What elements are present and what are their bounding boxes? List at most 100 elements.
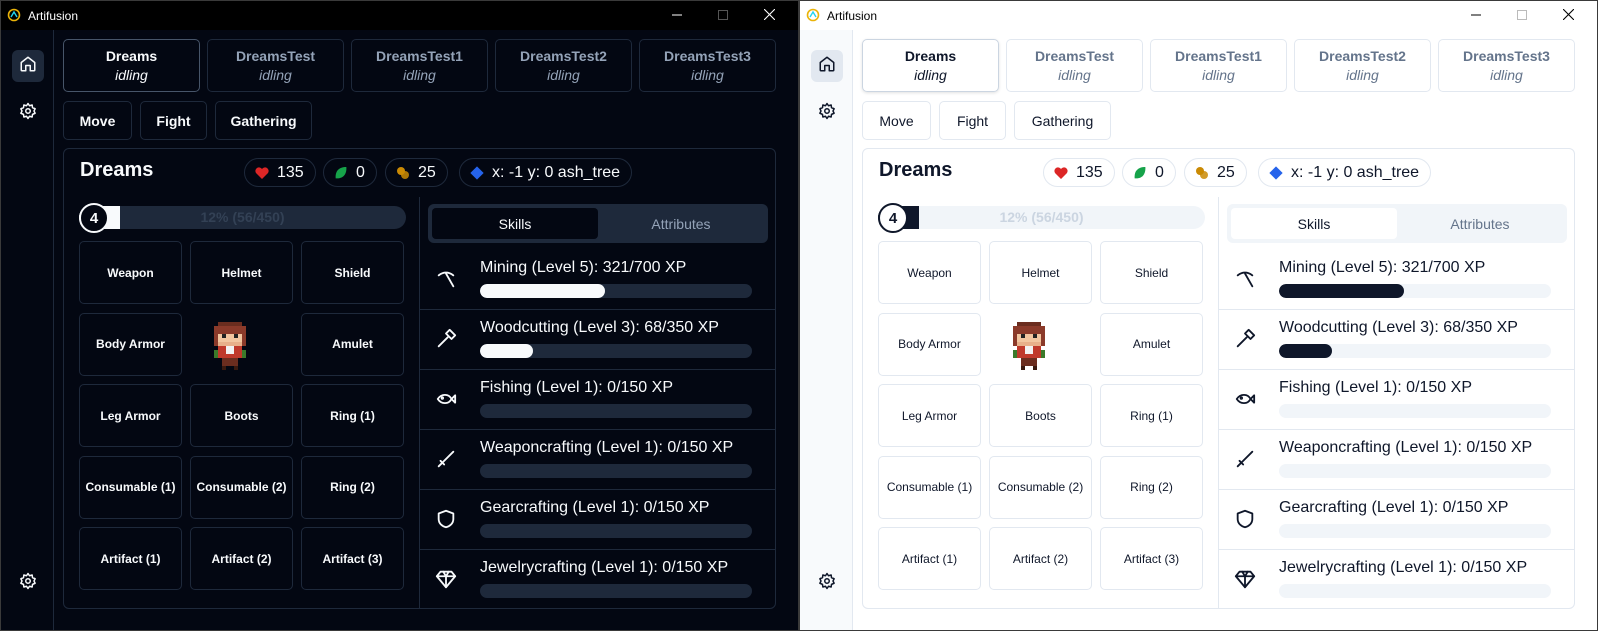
equipment-slot-body-armor[interactable]: Body Armor (79, 312, 182, 376)
sidebar (1, 30, 54, 630)
equipment-slot-ring-2[interactable]: Ring (2) (301, 455, 404, 519)
character-name: Dreams (879, 159, 953, 181)
character-tab-dreamstest[interactable]: DreamsTest idling (1006, 39, 1143, 92)
gathering-button[interactable]: Gathering (215, 101, 312, 140)
character-tab-dreams[interactable]: Dreams idling (63, 39, 200, 92)
minimize-icon (672, 7, 682, 25)
character-tab-dreamstest1[interactable]: DreamsTest1 idling (1150, 39, 1287, 92)
equipment-slot-leg-armor[interactable]: Leg Armor (878, 384, 981, 447)
title-bar[interactable]: Artifusion (1, 1, 798, 30)
sword-icon (1234, 448, 1256, 470)
panel-tab-switcher: Skills Attributes (1227, 204, 1567, 243)
gear-icon (19, 572, 37, 595)
skill-progress-bar (1279, 404, 1551, 418)
equipment-slot-consumable-2[interactable]: Consumable (2) (989, 455, 1092, 519)
character-tab-dreams[interactable]: Dreams idling (862, 39, 999, 92)
equipment-slot-weapon[interactable]: Weapon (878, 241, 981, 304)
main-content: Dreams idling DreamsTest idling DreamsTest1 i… (862, 39, 1591, 630)
character-tab-dreamstest[interactable]: DreamsTest idling (207, 39, 344, 92)
fight-button[interactable]: Fight (939, 101, 1006, 140)
sidebar-bottom-settings-button[interactable] (12, 567, 44, 599)
character-tab-dreamstest3[interactable]: DreamsTest3 idling (639, 39, 776, 92)
skill-label: Weaponcrafting (Level 1): 0/150 XP (1279, 439, 1533, 456)
sidebar-settings-button[interactable] (12, 97, 44, 129)
equipment-slot-ring-1[interactable]: Ring (1) (301, 384, 404, 447)
equipment-slot-artifact-3[interactable]: Artifact (3) (1100, 527, 1203, 590)
gem-icon (1234, 568, 1256, 590)
level-badge: 4 (878, 203, 908, 233)
equipment-slot-boots[interactable]: Boots (190, 384, 293, 447)
equipment-slot-ring-1[interactable]: Ring (1) (1100, 384, 1203, 447)
tab-attributes[interactable]: Attributes (598, 208, 764, 239)
gathering-button[interactable]: Gathering (1014, 101, 1111, 140)
app-logo-icon (7, 8, 21, 22)
hp-badge: 135 (1043, 158, 1115, 187)
skill-label: Jewelrycrafting (Level 1): 0/150 XP (1279, 559, 1528, 576)
leaf-icon (333, 165, 349, 181)
equipment-slot-boots[interactable]: Boots (989, 384, 1092, 447)
fight-button[interactable]: Fight (140, 101, 207, 140)
skill-progress-bar (1279, 464, 1551, 478)
skill-row: Jewelrycrafting (Level 1): 0/150 XP (1219, 550, 1574, 610)
equipment-slot-artifact-1[interactable]: Artifact (1) (79, 527, 182, 590)
character-tab-dreamstest2[interactable]: DreamsTest2 idling (1294, 39, 1431, 92)
equipment-slot-consumable-2[interactable]: Consumable (2) (190, 455, 293, 519)
skill-progress-bar (1279, 344, 1551, 358)
sidebar-bottom-settings-button[interactable] (811, 567, 843, 599)
sidebar-home-button[interactable] (12, 50, 44, 82)
sidebar-home-button[interactable] (811, 50, 843, 82)
minimize-button[interactable] (1453, 1, 1499, 30)
level-progress-bar: 12% (56/450) (878, 206, 1205, 229)
character-tab-dreamstest1[interactable]: DreamsTest1 idling (351, 39, 488, 92)
maximize-button[interactable] (1499, 1, 1545, 30)
equipment-slot-leg-armor[interactable]: Leg Armor (79, 384, 182, 447)
gear-icon (19, 102, 37, 125)
equipment-slot-shield[interactable]: Shield (1100, 241, 1203, 304)
equipment-slot-consumable-1[interactable]: Consumable (1) (79, 455, 182, 519)
equipment-slot-consumable-1[interactable]: Consumable (1) (878, 455, 981, 519)
tab-skills[interactable]: Skills (1231, 208, 1397, 239)
skill-row: Gearcrafting (Level 1): 0/150 XP (1219, 490, 1574, 550)
maximize-icon (1517, 7, 1527, 25)
equipment-slot-ring-2[interactable]: Ring (2) (1100, 455, 1203, 519)
equipment-slot-artifact-3[interactable]: Artifact (3) (301, 527, 404, 590)
title-bar[interactable]: Artifusion (800, 1, 1597, 30)
close-window-button[interactable] (1545, 1, 1591, 30)
skill-progress-bar (480, 524, 752, 538)
tab-attributes[interactable]: Attributes (1397, 208, 1563, 239)
window-title: Artifusion (28, 9, 79, 23)
equipment-slot-helmet[interactable]: Helmet (989, 241, 1092, 304)
skill-label: Gearcrafting (Level 1): 0/150 XP (1279, 499, 1509, 516)
equipment-slot-helmet[interactable]: Helmet (190, 241, 293, 304)
shield-icon (435, 508, 457, 530)
equipment-slot-amulet[interactable]: Amulet (301, 312, 404, 376)
equipment-slot-artifact-2[interactable]: Artifact (2) (190, 527, 293, 590)
artifusion-window-light: Artifusion Dreams idling DreamsTest idli… (799, 0, 1598, 631)
equipment-slot-artifact-2[interactable]: Artifact (2) (989, 527, 1092, 590)
equipment-slot-amulet[interactable]: Amulet (1100, 312, 1203, 376)
leaf-value: 0 (356, 163, 365, 181)
fish-icon (1234, 388, 1256, 410)
hp-value: 135 (277, 163, 304, 181)
main-content: Dreams idling DreamsTest idling DreamsTest1 i… (63, 39, 792, 630)
level-badge: 4 (79, 203, 109, 233)
axe-icon (435, 328, 457, 350)
maximize-button[interactable] (700, 1, 746, 30)
equipment-slot-weapon[interactable]: Weapon (79, 241, 182, 304)
gold-badge: 25 (385, 158, 448, 187)
move-button[interactable]: Move (862, 101, 931, 140)
gem-icon (435, 568, 457, 590)
minimize-button[interactable] (654, 1, 700, 30)
heart-icon (254, 165, 270, 181)
character-tab-dreamstest3[interactable]: DreamsTest3 idling (1438, 39, 1575, 92)
equipment-slot-body-armor[interactable]: Body Armor (878, 312, 981, 376)
equipment-slot-shield[interactable]: Shield (301, 241, 404, 304)
sidebar-settings-button[interactable] (811, 97, 843, 129)
skill-progress-bar (480, 284, 752, 298)
tab-skills[interactable]: Skills (432, 208, 598, 239)
move-button[interactable]: Move (63, 101, 132, 140)
character-tab-name: DreamsTest2 (1319, 47, 1406, 64)
equipment-slot-artifact-1[interactable]: Artifact (1) (878, 527, 981, 590)
close-window-button[interactable] (746, 1, 792, 30)
character-tab-dreamstest2[interactable]: DreamsTest2 idling (495, 39, 632, 92)
